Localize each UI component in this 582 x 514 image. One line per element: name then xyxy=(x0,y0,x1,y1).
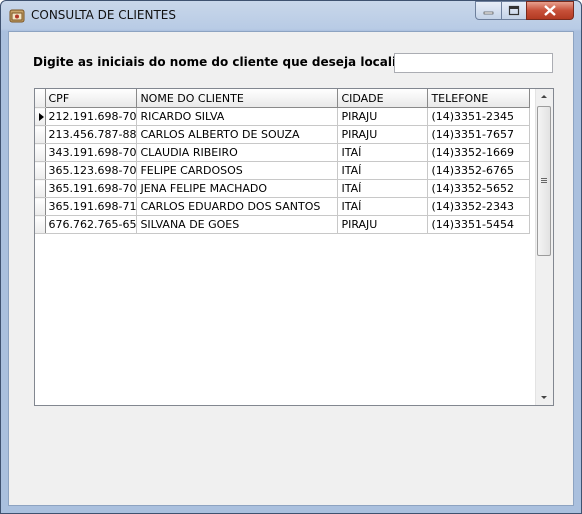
cell-cpf[interactable]: 343.191.698-70 xyxy=(45,143,138,162)
row-indicator[interactable] xyxy=(35,197,46,216)
row-indicator[interactable] xyxy=(35,161,46,180)
cell-cidade[interactable]: PIRAJU xyxy=(337,125,429,144)
column-header-nome[interactable]: NOME DO CLIENTE xyxy=(136,89,339,108)
scroll-up-arrow-icon[interactable] xyxy=(541,95,547,98)
title-bar[interactable]: CONSULTA DE CLIENTES xyxy=(1,1,581,31)
maximize-button[interactable] xyxy=(501,1,527,20)
cell-nome[interactable]: CLAUDIA RIBEIRO xyxy=(136,143,339,162)
cell-telefone[interactable]: (14)3352-5652 xyxy=(427,179,531,198)
cell-cidade[interactable]: PIRAJU xyxy=(337,215,429,234)
row-indicator[interactable] xyxy=(35,143,46,162)
close-icon xyxy=(544,5,556,16)
cell-telefone[interactable]: (14)3351-5454 xyxy=(427,215,531,234)
cell-telefone[interactable]: (14)3351-2345 xyxy=(427,107,531,126)
cell-cpf[interactable]: 676.762.765-65 xyxy=(45,215,138,234)
row-indicator[interactable] xyxy=(35,179,46,198)
maximize-icon xyxy=(508,5,520,16)
column-header-telefone[interactable]: TELEFONE xyxy=(427,89,531,108)
search-label: Digite as iniciais do nome do cliente qu… xyxy=(33,55,422,69)
scroll-down-arrow-icon[interactable] xyxy=(541,396,547,399)
minimize-button[interactable] xyxy=(475,1,502,20)
cell-cidade[interactable]: ITAÍ xyxy=(337,143,429,162)
scroll-thumb[interactable] xyxy=(537,106,551,256)
column-header-cidade[interactable]: CIDADE xyxy=(337,89,429,108)
window: CONSULTA DE CLIENTES Digite as iniciais … xyxy=(0,0,582,514)
cell-nome[interactable]: SILVANA DE GOES xyxy=(136,215,339,234)
app-icon xyxy=(9,9,25,23)
cell-cpf[interactable]: 365.191.698-70 xyxy=(45,179,138,198)
current-row-pointer-icon xyxy=(39,112,44,121)
cell-cidade[interactable]: ITAÍ xyxy=(337,161,429,180)
column-header-cpf[interactable]: CPF xyxy=(45,89,138,108)
grip-icon xyxy=(541,178,547,179)
cell-nome[interactable]: CARLOS EDUARDO DOS SANTOS xyxy=(136,197,339,216)
row-indicator[interactable] xyxy=(35,125,46,144)
clients-grid[interactable]: CPF NOME DO CLIENTE CIDADE TELEFONE 212.… xyxy=(34,88,554,406)
cell-cpf[interactable]: 365.123.698-70 xyxy=(45,161,138,180)
table-row[interactable]: 365.191.698-70 JENA FELIPE MACHADO ITAÍ … xyxy=(35,179,531,198)
minimize-icon xyxy=(483,11,494,15)
cell-cidade[interactable]: ITAÍ xyxy=(337,197,429,216)
vertical-scrollbar[interactable] xyxy=(535,89,553,405)
cell-nome[interactable]: FELIPE CARDOSOS xyxy=(136,161,339,180)
cell-cpf[interactable]: 212.191.698-70 xyxy=(45,107,138,126)
table-row[interactable]: 213.456.787-88 CARLOS ALBERTO DE SOUZA P… xyxy=(35,125,531,144)
cell-telefone[interactable]: (14)3351-7657 xyxy=(427,125,531,144)
cell-cpf[interactable]: 213.456.787-88 xyxy=(45,125,138,144)
header-row: CPF NOME DO CLIENTE CIDADE TELEFONE xyxy=(35,89,531,108)
cell-cpf[interactable]: 365.191.698-71 xyxy=(45,197,138,216)
cell-nome[interactable]: RICARDO SILVA xyxy=(136,107,339,126)
client-area: Digite as iniciais do nome do cliente qu… xyxy=(8,31,574,506)
row-indicator-header xyxy=(35,89,46,108)
cell-telefone[interactable]: (14)3352-2343 xyxy=(427,197,531,216)
window-title: CONSULTA DE CLIENTES xyxy=(31,8,176,22)
cell-cidade[interactable]: PIRAJU xyxy=(337,107,429,126)
row-indicator[interactable] xyxy=(35,215,46,234)
table-row[interactable]: 343.191.698-70 CLAUDIA RIBEIRO ITAÍ (14)… xyxy=(35,143,531,162)
row-indicator[interactable] xyxy=(35,107,46,126)
cell-telefone[interactable]: (14)3352-1669 xyxy=(427,143,531,162)
table-row[interactable]: 676.762.765-65 SILVANA DE GOES PIRAJU (1… xyxy=(35,215,531,234)
close-button[interactable] xyxy=(526,1,574,20)
search-input[interactable] xyxy=(394,53,553,73)
table-row[interactable]: 365.191.698-71 CARLOS EDUARDO DOS SANTOS… xyxy=(35,197,531,216)
table-row[interactable]: 365.123.698-70 FELIPE CARDOSOS ITAÍ (14)… xyxy=(35,161,531,180)
cell-telefone[interactable]: (14)3352-6765 xyxy=(427,161,531,180)
table-row[interactable]: 212.191.698-70 RICARDO SILVA PIRAJU (14)… xyxy=(35,107,531,126)
clients-table: CPF NOME DO CLIENTE CIDADE TELEFONE 212.… xyxy=(35,89,531,234)
cell-cidade[interactable]: ITAÍ xyxy=(337,179,429,198)
cell-nome[interactable]: JENA FELIPE MACHADO xyxy=(136,179,339,198)
cell-nome[interactable]: CARLOS ALBERTO DE SOUZA xyxy=(136,125,339,144)
